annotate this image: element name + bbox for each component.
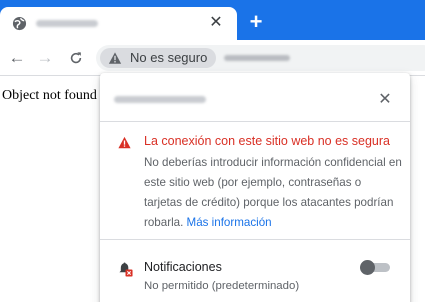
site-info-popup: ✕ La conexión con este sitio web no es s…	[100, 73, 410, 302]
forward-button[interactable]: →	[33, 46, 57, 70]
popup-divider	[100, 121, 410, 122]
browser-tab[interactable]: ✕	[0, 7, 237, 40]
notifications-permission-status: No permitido (predeterminado)	[144, 280, 300, 292]
new-tab-button[interactable]: +	[246, 11, 266, 33]
notifications-toggle[interactable]	[360, 260, 390, 275]
browser-toolbar: ← → No es seguro	[0, 40, 425, 76]
connection-warning-body: No deberías introducir información confi…	[144, 153, 402, 233]
tab-strip: ✕ +	[0, 0, 425, 40]
security-status-chip[interactable]: No es seguro	[100, 48, 216, 68]
connection-warning-title: La conexión con este sitio web no es seg…	[144, 134, 390, 148]
reload-icon	[70, 52, 82, 64]
notifications-permission-title: Notificaciones	[144, 260, 222, 274]
security-chip-label: No es seguro	[130, 50, 208, 65]
url-redacted	[224, 55, 290, 61]
address-bar[interactable]: No es seguro	[96, 45, 425, 71]
tab-title-redacted	[36, 20, 98, 27]
connection-warning-text: No deberías introducir información confi…	[144, 156, 402, 229]
popup-close-button[interactable]: ✕	[374, 89, 396, 111]
back-button[interactable]: ←	[5, 46, 29, 70]
tab-close-button[interactable]: ✕	[206, 13, 226, 33]
reload-button[interactable]	[64, 46, 88, 70]
popup-site-name-redacted	[114, 96, 206, 103]
notifications-blocked-icon	[119, 262, 133, 277]
popup-divider	[100, 239, 410, 240]
page-body-text: Object not found	[2, 88, 97, 103]
globe-icon	[12, 16, 27, 31]
warning-triangle-icon	[118, 136, 131, 149]
learn-more-link[interactable]: Más información	[187, 216, 272, 229]
warning-triangle-icon	[108, 52, 122, 64]
toggle-knob	[360, 260, 375, 275]
